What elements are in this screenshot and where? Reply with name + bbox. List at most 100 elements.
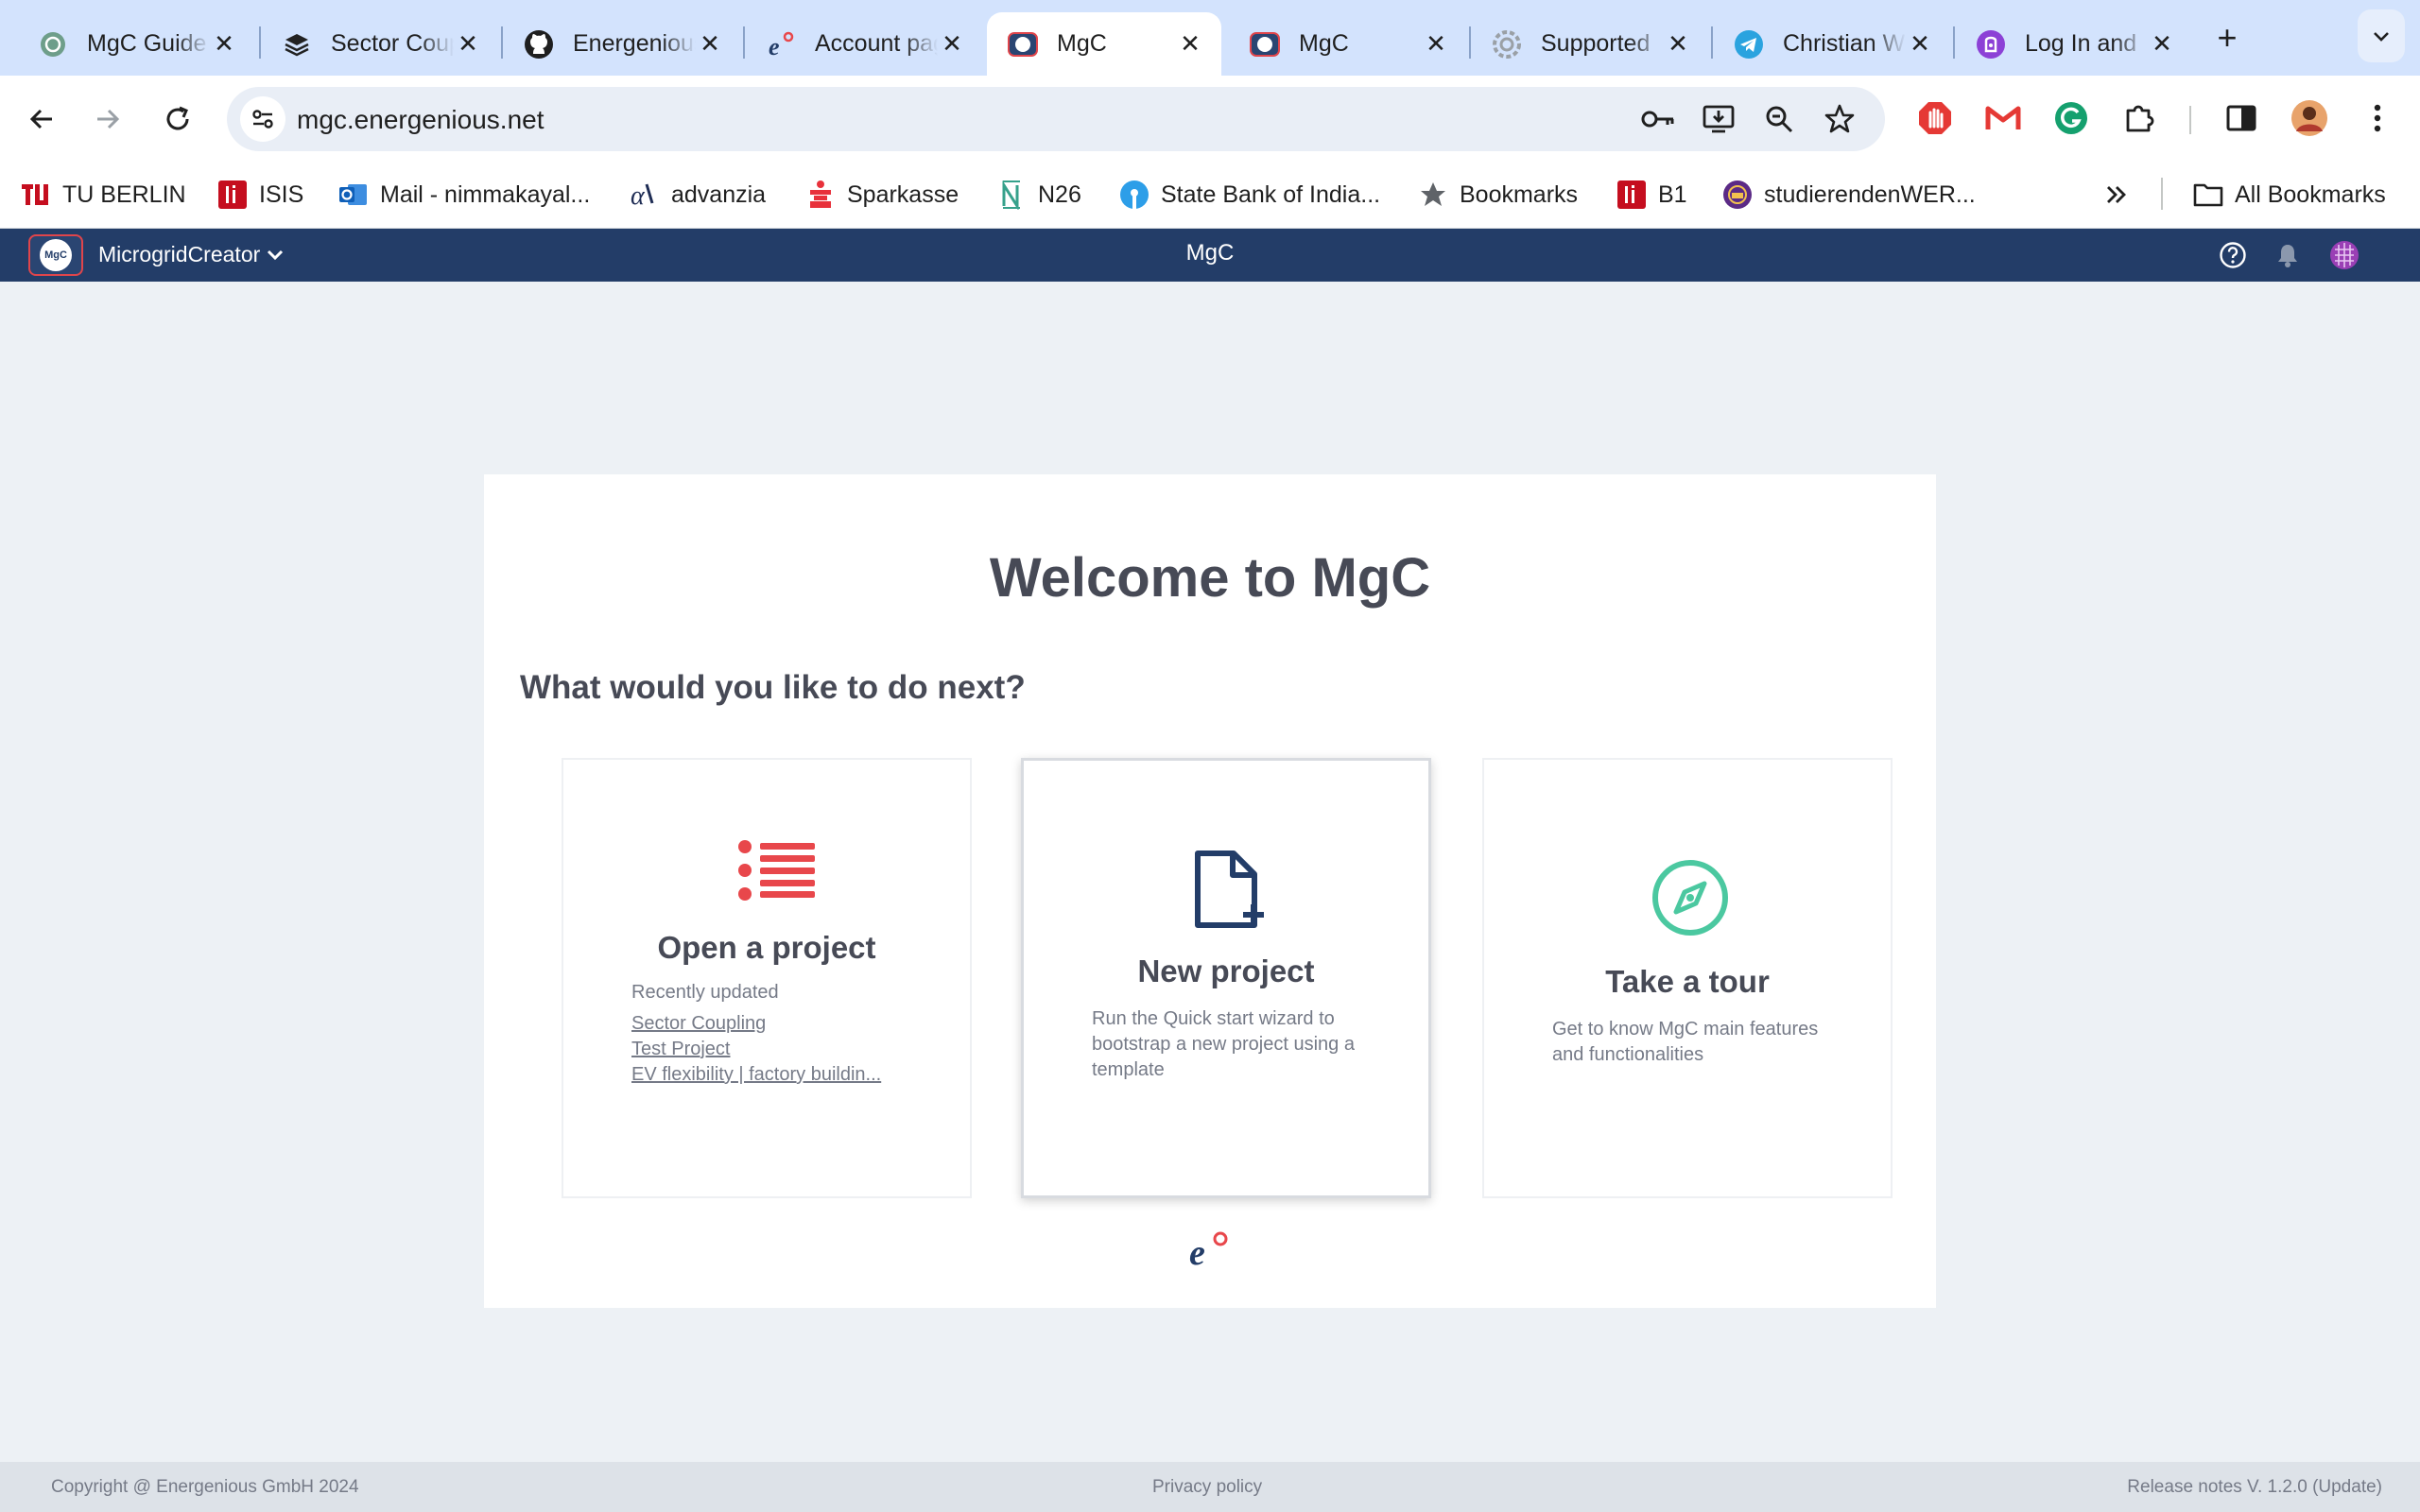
help-button[interactable] bbox=[2218, 240, 2248, 270]
recent-project-link[interactable]: Test Project bbox=[631, 1037, 911, 1062]
bookmark-item[interactable]: TU BERLIN bbox=[21, 176, 186, 214]
bookmark-label: studierendenWER... bbox=[1764, 180, 1976, 208]
close-icon[interactable]: ✕ bbox=[1906, 29, 1934, 59]
close-icon[interactable]: ✕ bbox=[938, 29, 966, 59]
tab-account-page[interactable]: e Account page ✕ bbox=[745, 12, 983, 76]
address-bar[interactable]: mgc.energenious.net bbox=[227, 87, 1885, 151]
close-icon[interactable]: ✕ bbox=[1176, 29, 1204, 59]
reload-icon bbox=[166, 106, 189, 130]
gmail-extension[interactable] bbox=[1981, 96, 2025, 140]
user-avatar-icon bbox=[2330, 241, 2359, 269]
new-tab-button[interactable]: + bbox=[2208, 18, 2246, 57]
side-panel-button[interactable] bbox=[2220, 96, 2263, 140]
bookmark-item[interactable]: Bookmarks bbox=[1418, 176, 1578, 214]
bookmark-label: State Bank of India... bbox=[1161, 180, 1381, 208]
bookmark-item[interactable]: State Bank of India... bbox=[1119, 176, 1380, 214]
mgc-icon bbox=[1008, 29, 1038, 60]
recent-project-link[interactable]: EV flexibility | factory buildin... bbox=[631, 1062, 911, 1088]
close-icon[interactable]: ✕ bbox=[1664, 29, 1692, 59]
bookmark-label: B1 bbox=[1658, 180, 1687, 208]
close-icon[interactable]: ✕ bbox=[2148, 29, 2176, 59]
tab-title: MgC bbox=[1299, 30, 1349, 57]
advanzia-icon: α bbox=[630, 180, 660, 210]
privacy-policy-link[interactable]: Privacy policy bbox=[1152, 1477, 1262, 1498]
tab-supported[interactable]: Supported ✕ bbox=[1471, 12, 1709, 76]
arrow-right-icon bbox=[97, 109, 120, 129]
tab-title: MgC bbox=[1057, 30, 1107, 57]
zoom-out-icon bbox=[1766, 106, 1793, 133]
notifications-button[interactable] bbox=[2273, 240, 2303, 270]
forward-button[interactable] bbox=[85, 96, 130, 142]
bookmark-label: Sparkasse bbox=[847, 180, 959, 208]
svg-text:e: e bbox=[769, 33, 780, 60]
tab-mgc-active[interactable]: MgC ✕ bbox=[987, 12, 1221, 76]
tab-mgc[interactable]: MgC ✕ bbox=[1229, 12, 1467, 76]
compass-icon bbox=[1651, 858, 1730, 937]
bookmark-item[interactable]: N26 bbox=[996, 176, 1081, 214]
install-app-button[interactable] bbox=[1700, 100, 1737, 138]
bookmark-label: N26 bbox=[1038, 180, 1081, 208]
key-icon bbox=[1641, 111, 1674, 128]
bookmark-item[interactable]: studierendenWER... bbox=[1722, 176, 1976, 214]
all-bookmarks-label: All Bookmarks bbox=[2235, 180, 2386, 208]
outlook-icon bbox=[338, 180, 369, 210]
svg-text:α: α bbox=[631, 181, 646, 209]
tab-title: Sector Coupling bbox=[331, 30, 454, 57]
adblock-extension[interactable] bbox=[1913, 96, 1957, 140]
password-key-button[interactable] bbox=[1639, 100, 1677, 138]
toolbar-divider bbox=[2189, 106, 2191, 134]
close-icon[interactable]: ✕ bbox=[696, 29, 724, 59]
tab-title: Christian W bbox=[1783, 30, 1906, 57]
bookmark-item[interactable]: B1 bbox=[1616, 176, 1687, 214]
more-bookmarks-button[interactable] bbox=[2104, 176, 2129, 214]
open-project-card[interactable]: Open a project Recently updated Sector C… bbox=[562, 758, 972, 1198]
gmail-icon bbox=[1985, 106, 2021, 129]
url-text: mgc.energenious.net bbox=[297, 105, 544, 134]
mgc-icon bbox=[1250, 29, 1280, 60]
profile-avatar[interactable] bbox=[2288, 96, 2331, 140]
app-header: MgC MicrogridCreator MgC bbox=[0, 229, 2420, 282]
tab-energenious-github[interactable]: Energenious ✕ bbox=[503, 12, 741, 76]
browser-menu-button[interactable] bbox=[2356, 96, 2399, 140]
tab-strip: MgC Guide ✕ Sector Coupling ✕ Energeniou… bbox=[0, 0, 2420, 76]
tab-sector-coupling[interactable]: Sector Coupling ✕ bbox=[261, 12, 499, 76]
chevron-down-icon bbox=[2374, 32, 2389, 42]
close-icon[interactable]: ✕ bbox=[210, 29, 238, 59]
zoom-button[interactable] bbox=[1760, 100, 1798, 138]
user-menu-button[interactable] bbox=[2329, 240, 2360, 270]
bell-icon bbox=[2278, 245, 2297, 267]
bookmark-item[interactable]: Sparkasse bbox=[805, 176, 959, 214]
star-outline-icon bbox=[1824, 104, 1855, 133]
site-info-button[interactable] bbox=[240, 96, 285, 142]
close-icon[interactable]: ✕ bbox=[454, 29, 482, 59]
new-project-card[interactable]: New project Run the Quick start wizard t… bbox=[1021, 758, 1431, 1198]
sparkasse-icon bbox=[805, 180, 836, 210]
recent-project-link[interactable]: Sector Coupling bbox=[631, 1011, 911, 1037]
all-bookmarks-button[interactable]: All Bookmarks bbox=[2193, 176, 2386, 214]
sbi-icon bbox=[1119, 180, 1150, 210]
openai-icon bbox=[38, 29, 68, 60]
star-icon bbox=[1418, 180, 1448, 210]
bookmark-item[interactable]: α advanzia bbox=[630, 176, 766, 214]
extensions-button[interactable] bbox=[2118, 96, 2161, 140]
tab-search-button[interactable] bbox=[2358, 9, 2405, 62]
take-tour-description: Get to know MgC main features and functi… bbox=[1552, 1019, 1819, 1065]
take-tour-card[interactable]: Take a tour Get to know MgC main feature… bbox=[1482, 758, 1893, 1198]
bookmark-star-button[interactable] bbox=[1821, 100, 1858, 138]
tab-christian[interactable]: Christian W ✕ bbox=[1713, 12, 1951, 76]
close-icon[interactable]: ✕ bbox=[1422, 29, 1450, 59]
grammarly-extension[interactable] bbox=[2049, 96, 2093, 140]
reload-button[interactable] bbox=[155, 96, 200, 142]
take-tour-title: Take a tour bbox=[1605, 964, 1770, 999]
install-icon bbox=[1703, 105, 1735, 133]
bookmark-item[interactable]: Mail - nimmakayal... bbox=[338, 176, 590, 214]
welcome-heading: Welcome to MgC bbox=[989, 547, 1431, 609]
bookmark-item[interactable]: ISIS bbox=[217, 176, 303, 214]
back-button[interactable] bbox=[19, 96, 64, 142]
release-notes-link[interactable]: Release notes V. 1.2.0 (Update) bbox=[2127, 1477, 2382, 1498]
recently-updated-label: Recently updated bbox=[631, 982, 779, 1003]
tab-mgc-guide[interactable]: MgC Guide ✕ bbox=[17, 12, 255, 76]
recent-projects-list: Sector Coupling Test Project EV flexibil… bbox=[631, 1011, 911, 1088]
tab-log-in[interactable]: Log In and ✕ bbox=[1955, 12, 2193, 76]
gear-icon bbox=[1492, 29, 1522, 60]
